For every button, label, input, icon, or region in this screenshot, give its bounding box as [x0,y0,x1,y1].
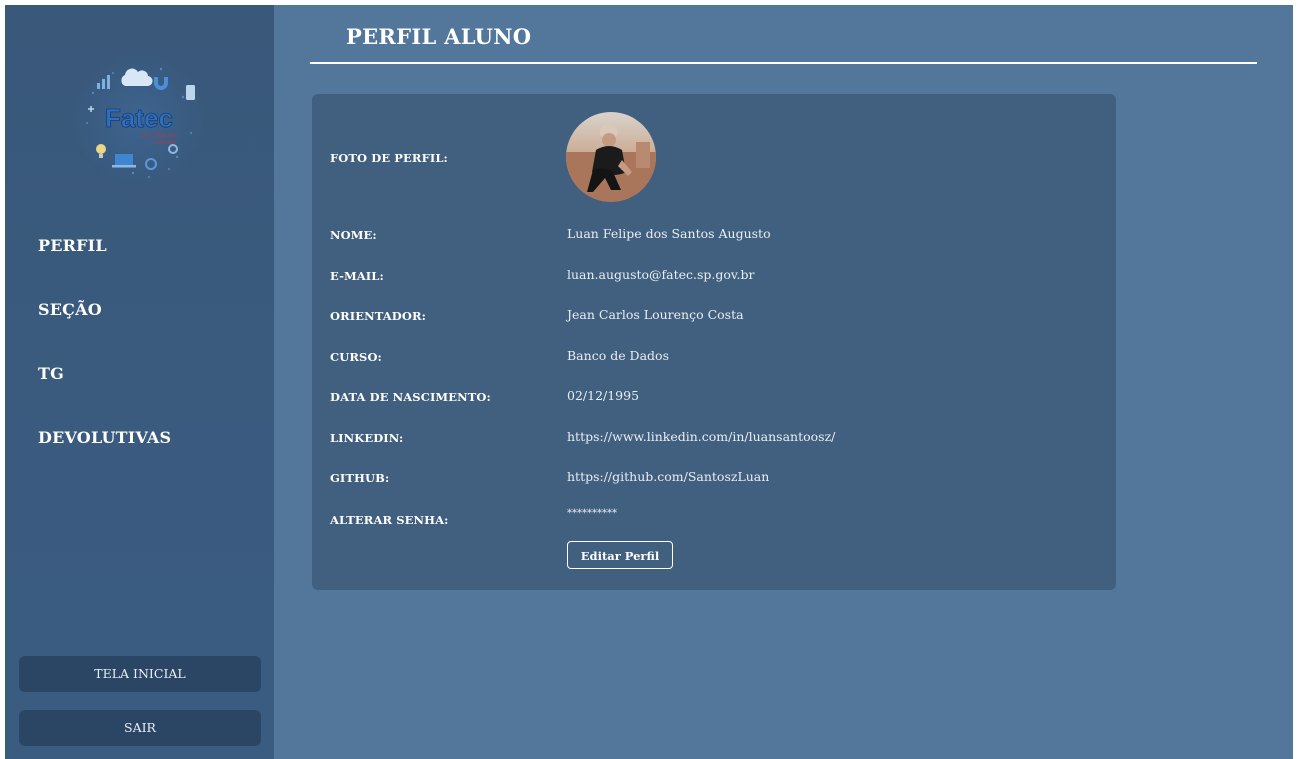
svg-text:Sao Jose dos: Sao Jose dos [141,133,177,139]
nav-item-secao[interactable]: SEÇÃO [38,295,171,359]
svg-text:Fatec: Fatec [105,103,173,133]
fatec-logo: Fatec Sao Jose dos Campos [73,53,205,185]
field-label-nascimento: DATA DE NASCIMENTO: [330,390,491,404]
field-value-linkedin[interactable]: https://www.linkedin.com/in/luansantoosz… [567,429,835,444]
profile-card: FOTO DE PERFIL: NOME: Luan Felipe dos Sa… [312,94,1116,590]
home-button[interactable]: TELA INICIAL [19,656,261,692]
field-label-nome: NOME: [330,228,377,242]
avatar-photo [566,112,656,202]
field-label-curso: CURSO: [330,350,382,364]
nav-item-devolutivas[interactable]: DEVOLUTIVAS [38,423,171,487]
field-value-email: luan.augusto@fatec.sp.gov.br [567,267,755,282]
fatec-logo-icon: Fatec Sao Jose dos Campos [86,67,195,178]
field-value-nascimento: 02/12/1995 [567,388,640,403]
field-label-github: GITHUB: [330,471,390,485]
field-label-senha: ALTERAR SENHA: [330,513,449,527]
exit-button[interactable]: SAIR [19,710,261,746]
sidebar-nav: PERFIL SEÇÃO TG DEVOLUTIVAS [38,231,171,487]
field-label-linkedin: LINKEDIN: [330,431,404,445]
sidebar: Fatec Sao Jose dos Campos PERFIL SEÇÃO T… [5,5,274,759]
title-divider [310,62,1257,64]
page-title: PERFIL ALUNO [346,24,532,49]
field-value-senha: ********** [567,508,617,519]
field-label-email: E-MAIL: [330,269,384,283]
field-value-nome: Luan Felipe dos Santos Augusto [567,226,771,241]
field-value-curso: Banco de Dados [567,348,669,363]
edit-profile-button[interactable]: Editar Perfil [567,541,673,569]
app-frame: Fatec Sao Jose dos Campos PERFIL SEÇÃO T… [5,5,1293,759]
photo-label: FOTO DE PERFIL: [330,151,448,165]
field-label-orientador: ORIENTADOR: [330,309,426,323]
nav-item-tg[interactable]: TG [38,359,171,423]
profile-avatar[interactable] [566,112,656,202]
field-value-github[interactable]: https://github.com/SantoszLuan [567,469,769,484]
nav-item-perfil[interactable]: PERFIL [38,231,171,295]
field-value-orientador: Jean Carlos Lourenço Costa [567,307,744,322]
